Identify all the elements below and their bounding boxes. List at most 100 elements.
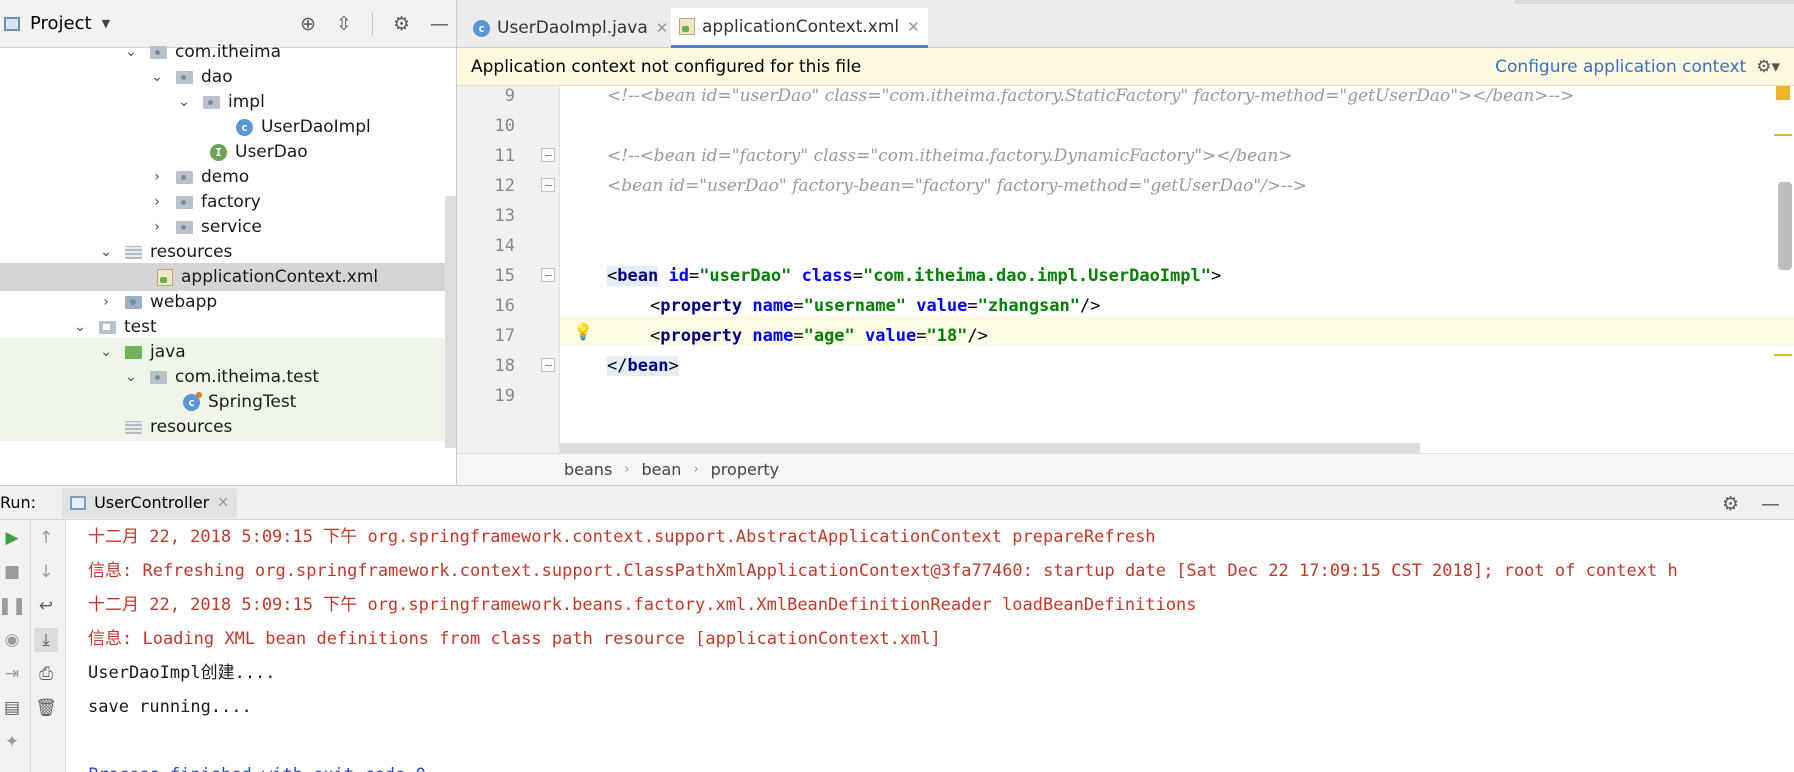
tree-item-com-itheima-test[interactable]: ⌄ com.itheima.test	[0, 363, 456, 391]
spring-xml-icon	[679, 18, 695, 35]
tree-item-test[interactable]: ⌄ test	[0, 313, 456, 341]
tree-item-test-resources[interactable]: · resources	[0, 413, 456, 441]
chevron-down-icon[interactable]: ⌄	[99, 344, 113, 360]
tree-item-com-itheima[interactable]: ⌄ com.itheima	[0, 38, 456, 66]
minimize-icon[interactable]: —	[430, 13, 449, 35]
chevron-down-icon[interactable]: ⌄	[150, 69, 164, 85]
error-stripe	[1774, 86, 1794, 453]
soft-wrap-icon[interactable]: ↩	[34, 594, 58, 618]
close-icon[interactable]: ✕	[656, 19, 669, 37]
fold-marker-icon[interactable]	[541, 268, 555, 282]
stop-icon[interactable]: ■	[0, 560, 24, 584]
package-icon	[203, 95, 220, 109]
chevron-down-icon[interactable]: ⌄	[73, 319, 87, 335]
line-number: 12	[494, 176, 515, 196]
breadcrumb-item[interactable]: property	[711, 460, 780, 479]
chevron-down-icon[interactable]: ▼	[102, 17, 110, 30]
code-line-9: <!--<bean id="userDao" class="com.itheim…	[607, 86, 1575, 106]
camera-icon[interactable]: ◉	[0, 628, 24, 652]
editor-tab-strip: c UserDaoImpl.java ✕ applicationContext.…	[457, 0, 1794, 48]
configure-context-link[interactable]: Configure application context	[1495, 57, 1746, 77]
gear-icon[interactable]: ⚙▾	[1756, 57, 1780, 77]
warning-mark[interactable]	[1774, 354, 1792, 356]
tree-item-label: dao	[201, 67, 233, 87]
tab-userdaoimpl-java[interactable]: c UserDaoImpl.java ✕	[465, 8, 676, 48]
gear-icon[interactable]: ⚙	[1722, 493, 1739, 515]
tab-label: UserDaoImpl.java	[497, 18, 648, 38]
down-arrow-icon[interactable]: ↓	[34, 560, 58, 584]
code-editor[interactable]: 9 10 11 12 13 14 15 16 17 18 19 💡 <!--<b…	[457, 86, 1794, 453]
tree-item-userdaoimpl[interactable]: · c UserDaoImpl	[0, 113, 456, 141]
chevron-down-icon[interactable]: ⌄	[99, 244, 113, 260]
minimize-icon[interactable]: —	[1761, 493, 1780, 515]
tree-item-dao[interactable]: ⌄ dao	[0, 63, 456, 91]
fold-marker-icon[interactable]	[541, 148, 555, 162]
up-arrow-icon[interactable]: ↑	[34, 526, 58, 550]
class-icon: c	[473, 19, 490, 37]
locate-file-icon[interactable]: ⊕	[300, 13, 316, 35]
tree-item-service[interactable]: › service	[0, 213, 456, 241]
horizontal-scrollbar[interactable]	[560, 443, 1420, 453]
chevron-right-icon[interactable]: ›	[99, 294, 113, 310]
tree-item-demo[interactable]: › demo	[0, 163, 456, 191]
line-number: 15	[494, 266, 515, 286]
tree-item-label: applicationContext.xml	[181, 267, 379, 287]
chevron-right-icon[interactable]: ›	[150, 194, 164, 210]
line-number: 13	[494, 206, 515, 226]
tab-applicationcontext-xml[interactable]: applicationContext.xml ✕	[671, 8, 928, 48]
warning-icon[interactable]	[1776, 86, 1790, 100]
run-header: Run: UserController ✕ ⚙ —	[0, 485, 1794, 520]
package-icon	[176, 170, 193, 184]
layout-icon[interactable]: ▤	[0, 696, 24, 720]
tree-item-webapp[interactable]: › webapp	[0, 288, 456, 316]
fold-marker-icon[interactable]	[541, 358, 555, 372]
chevron-right-icon[interactable]: ›	[150, 169, 164, 185]
fold-marker-icon[interactable]	[541, 178, 555, 192]
console-output[interactable]: 十二月 22, 2018 5:09:15 下午 org.springframew…	[66, 520, 1794, 772]
close-icon[interactable]: ✕	[907, 18, 920, 36]
rerun-icon[interactable]: ▶	[0, 526, 24, 550]
run-config-tab[interactable]: UserController ✕	[62, 487, 237, 518]
chevron-down-icon[interactable]: ⌄	[124, 369, 138, 385]
tab-label: applicationContext.xml	[702, 16, 900, 37]
line-number: 16	[494, 296, 515, 316]
trash-icon[interactable]: 🗑	[34, 696, 58, 720]
lightbulb-icon[interactable]: 💡	[573, 322, 593, 341]
scroll-to-end-icon[interactable]: ⤓	[34, 628, 58, 652]
tree-item-label: UserDao	[235, 142, 308, 162]
tree-item-applicationcontext-xml[interactable]: · applicationContext.xml	[0, 263, 456, 291]
tree-item-java[interactable]: ⌄ java	[0, 338, 456, 366]
tree-scrollbar[interactable]	[445, 196, 456, 448]
collapse-all-icon[interactable]: ⇳	[336, 13, 352, 35]
interface-icon: I	[210, 143, 227, 161]
login-icon[interactable]: ⇥	[0, 662, 24, 686]
pin-icon[interactable]: ✦	[0, 730, 24, 754]
breadcrumb-item[interactable]: beans	[564, 460, 612, 479]
breadcrumb-item[interactable]: bean	[641, 460, 681, 479]
tree-item-userdao[interactable]: · I UserDao	[0, 138, 456, 166]
project-view-selector[interactable]: Project	[30, 13, 92, 34]
chevron-right-icon[interactable]: ›	[150, 219, 164, 235]
print-icon[interactable]: ⎙	[34, 662, 58, 686]
tree-item-impl[interactable]: ⌄ impl	[0, 88, 456, 116]
chevron-down-icon[interactable]: ⌄	[177, 94, 191, 110]
package-icon	[150, 45, 167, 59]
tree-item-resources[interactable]: ⌄ resources	[0, 238, 456, 266]
gear-icon[interactable]: ⚙	[393, 13, 410, 35]
code-line-18: </bean>	[607, 356, 679, 376]
web-folder-icon	[125, 295, 142, 309]
test-source-folder-icon	[125, 345, 142, 359]
tree-item-label: demo	[201, 167, 250, 187]
console-line: UserDaoImpl创建....	[88, 663, 276, 683]
vertical-scrollbar[interactable]	[1778, 182, 1792, 270]
chevron-down-icon[interactable]: ⌄	[124, 44, 138, 60]
package-icon	[176, 220, 193, 234]
tree-item-label: service	[201, 217, 262, 237]
close-icon[interactable]: ✕	[217, 495, 229, 511]
package-icon	[150, 370, 167, 384]
warning-mark[interactable]	[1774, 134, 1792, 136]
pause-icon[interactable]: ❚❚	[0, 594, 26, 618]
tree-item-springtest[interactable]: · c SpringTest	[0, 388, 456, 416]
tree-item-factory[interactable]: › factory	[0, 188, 456, 216]
package-icon	[176, 70, 193, 84]
